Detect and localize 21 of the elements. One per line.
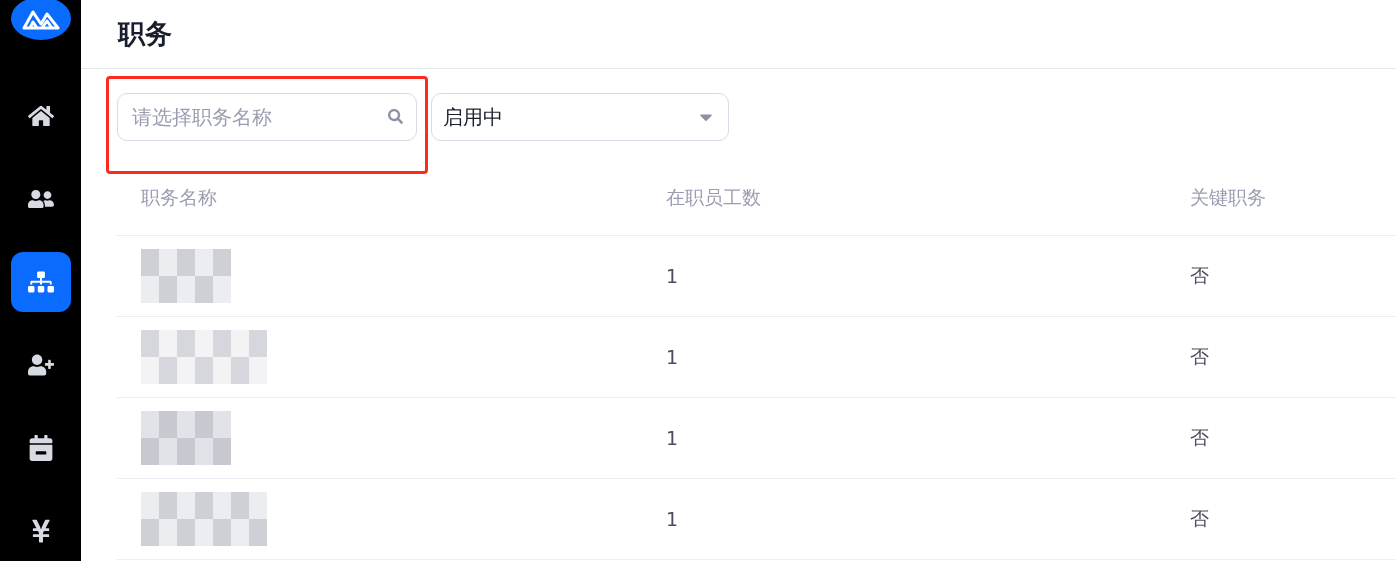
table-cell-text: 1 — [666, 346, 680, 368]
column-header: 职务名称 — [141, 185, 218, 210]
search-icon — [388, 109, 403, 124]
table-cell-text: 否 — [1190, 425, 1210, 450]
table-cell-text: 否 — [1190, 344, 1210, 369]
home-icon — [27, 103, 54, 129]
add-person-icon — [27, 352, 54, 378]
org-chart-icon — [27, 269, 54, 295]
table-cell-text: 1 — [666, 265, 680, 287]
table-cell-text: 否 — [1190, 506, 1210, 531]
logo[interactable] — [10, 0, 71, 40]
search-field[interactable]: 请选择职务名称 — [117, 93, 417, 141]
sidebar-item[interactable] — [10, 252, 71, 312]
page-title: 职务 — [118, 17, 172, 51]
status-select[interactable]: 启用中 — [431, 93, 729, 141]
calendar-icon — [27, 435, 54, 461]
table-cell-text: 1 — [666, 508, 680, 530]
table-cell-text: 否 — [1190, 263, 1210, 288]
column-header: 关键职务 — [1190, 185, 1267, 210]
table-cell-text: 1 — [666, 427, 680, 449]
column-header: 在职员工数 — [666, 185, 762, 210]
